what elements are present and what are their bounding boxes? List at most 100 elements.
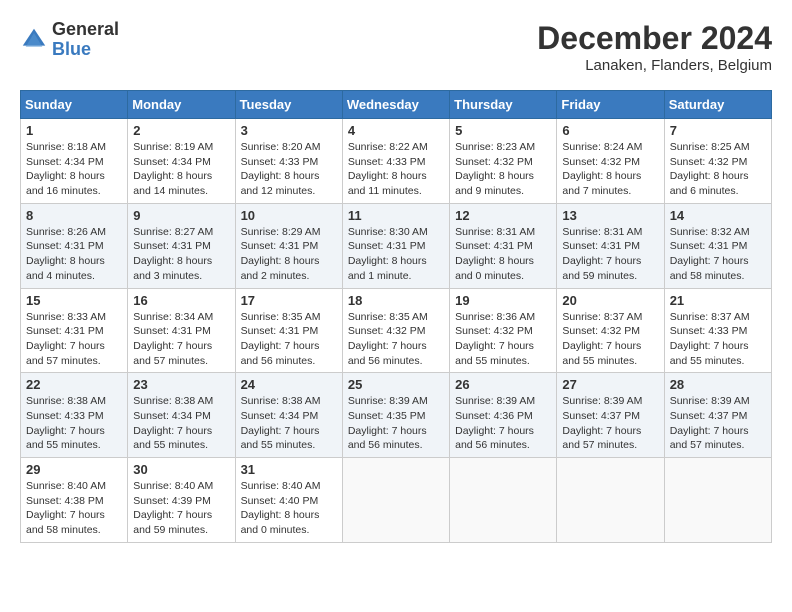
day-info: Sunrise: 8:34 AMSunset: 4:31 PMDaylight:… — [133, 310, 229, 369]
calendar-cell: 11 Sunrise: 8:30 AMSunset: 4:31 PMDayligh… — [342, 203, 449, 288]
calendar-cell: 31Sunrise: 8:40 AMSunset: 4:40 PMDayligh… — [235, 458, 342, 543]
day-number: 16 — [133, 293, 229, 308]
calendar-cell — [557, 458, 664, 543]
day-number: 18 — [348, 293, 444, 308]
day-info: Sunrise: 8:20 AMSunset: 4:33 PMDaylight:… — [241, 140, 337, 199]
calendar-cell: 16 Sunrise: 8:34 AMSunset: 4:31 PMDayligh… — [128, 288, 235, 373]
day-number: 15 — [26, 293, 122, 308]
day-info: Sunrise: 8:22 AMSunset: 4:33 PMDaylight:… — [348, 140, 444, 199]
day-number: 5 — [455, 123, 551, 138]
calendar-cell: 14Sunrise: 8:32 AMSunset: 4:31 PMDayligh… — [664, 203, 771, 288]
day-info: Sunrise: 8:25 AMSunset: 4:32 PMDaylight:… — [670, 140, 766, 199]
calendar-header-row: SundayMondayTuesdayWednesdayThursdayFrid… — [21, 91, 772, 119]
day-info: Sunrise: 8:40 AMSunset: 4:39 PMDaylight:… — [133, 479, 229, 538]
calendar-cell: 21 Sunrise: 8:37 AMSunset: 4:33 PMDayligh… — [664, 288, 771, 373]
weekday-header-wednesday: Wednesday — [342, 91, 449, 119]
day-info: Sunrise: 8:38 AMSunset: 4:34 PMDaylight:… — [133, 394, 229, 453]
calendar-cell: 3 Sunrise: 8:20 AMSunset: 4:33 PMDaylight… — [235, 119, 342, 204]
calendar-cell: 18 Sunrise: 8:35 AMSunset: 4:32 PMDayligh… — [342, 288, 449, 373]
day-info: Sunrise: 8:39 AMSunset: 4:36 PMDaylight:… — [455, 394, 551, 453]
day-number: 2 — [133, 123, 229, 138]
day-info: Sunrise: 8:30 AMSunset: 4:31 PMDaylight:… — [348, 225, 444, 284]
day-number: 19 — [455, 293, 551, 308]
weekday-header-tuesday: Tuesday — [235, 91, 342, 119]
calendar-cell: 9Sunrise: 8:27 AMSunset: 4:31 PMDaylight… — [128, 203, 235, 288]
calendar-cell: 4 Sunrise: 8:22 AMSunset: 4:33 PMDaylight… — [342, 119, 449, 204]
calendar-week-row: 1Sunrise: 8:18 AMSunset: 4:34 PMDaylight… — [21, 119, 772, 204]
day-number: 1 — [26, 123, 122, 138]
day-info: Sunrise: 8:36 AMSunset: 4:32 PMDaylight:… — [455, 310, 551, 369]
day-info: Sunrise: 8:35 AMSunset: 4:31 PMDaylight:… — [241, 310, 337, 369]
day-number: 26 — [455, 377, 551, 392]
calendar-cell: 19 Sunrise: 8:36 AMSunset: 4:32 PMDayligh… — [450, 288, 557, 373]
day-info: Sunrise: 8:40 AMSunset: 4:38 PMDaylight:… — [26, 479, 122, 538]
calendar-cell: 27 Sunrise: 8:39 AMSunset: 4:37 PMDayligh… — [557, 373, 664, 458]
calendar-cell: 22 Sunrise: 8:38 AMSunset: 4:33 PMDayligh… — [21, 373, 128, 458]
day-number: 9 — [133, 208, 229, 223]
title-block: December 2024 Lanaken, Flanders, Belgium — [537, 20, 772, 74]
day-number: 20 — [562, 293, 658, 308]
day-number: 7 — [670, 123, 766, 138]
calendar-cell: 29Sunrise: 8:40 AMSunset: 4:38 PMDayligh… — [21, 458, 128, 543]
day-number: 4 — [348, 123, 444, 138]
page-title: December 2024 — [537, 20, 772, 57]
calendar-cell: 2 Sunrise: 8:19 AMSunset: 4:34 PMDaylight… — [128, 119, 235, 204]
day-info: Sunrise: 8:39 AMSunset: 4:35 PMDaylight:… — [348, 394, 444, 453]
page-subtitle: Lanaken, Flanders, Belgium — [537, 57, 772, 74]
calendar-cell: 30Sunrise: 8:40 AMSunset: 4:39 PMDayligh… — [128, 458, 235, 543]
page-header: General Blue December 2024 Lanaken, Flan… — [20, 20, 772, 74]
day-number: 22 — [26, 377, 122, 392]
calendar-cell — [342, 458, 449, 543]
weekday-header-sunday: Sunday — [21, 91, 128, 119]
calendar-cell: 12 Sunrise: 8:31 AMSunset: 4:31 PMDayligh… — [450, 203, 557, 288]
day-number: 10 — [241, 208, 337, 223]
day-number: 12 — [455, 208, 551, 223]
day-info: Sunrise: 8:39 AMSunset: 4:37 PMDaylight:… — [562, 394, 658, 453]
calendar-cell: 6 Sunrise: 8:24 AMSunset: 4:32 PMDaylight… — [557, 119, 664, 204]
day-info: Sunrise: 8:19 AMSunset: 4:34 PMDaylight:… — [133, 140, 229, 199]
calendar-cell: 26 Sunrise: 8:39 AMSunset: 4:36 PMDayligh… — [450, 373, 557, 458]
day-info: Sunrise: 8:26 AMSunset: 4:31 PMDaylight:… — [26, 225, 122, 284]
calendar-body: 1Sunrise: 8:18 AMSunset: 4:34 PMDaylight… — [21, 119, 772, 543]
calendar-cell: 20 Sunrise: 8:37 AMSunset: 4:32 PMDayligh… — [557, 288, 664, 373]
day-info: Sunrise: 8:37 AMSunset: 4:32 PMDaylight:… — [562, 310, 658, 369]
calendar-cell: 1Sunrise: 8:18 AMSunset: 4:34 PMDaylight… — [21, 119, 128, 204]
day-number: 28 — [670, 377, 766, 392]
day-info: Sunrise: 8:29 AMSunset: 4:31 PMDaylight:… — [241, 225, 337, 284]
logo-line1: General — [52, 20, 119, 40]
weekday-header-monday: Monday — [128, 91, 235, 119]
day-info: Sunrise: 8:38 AMSunset: 4:34 PMDaylight:… — [241, 394, 337, 453]
calendar-cell: 23Sunrise: 8:38 AMSunset: 4:34 PMDayligh… — [128, 373, 235, 458]
day-info: Sunrise: 8:39 AMSunset: 4:37 PMDaylight:… — [670, 394, 766, 453]
day-info: Sunrise: 8:23 AMSunset: 4:32 PMDaylight:… — [455, 140, 551, 199]
calendar-week-row: 15Sunrise: 8:33 AMSunset: 4:31 PMDayligh… — [21, 288, 772, 373]
day-info: Sunrise: 8:32 AMSunset: 4:31 PMDaylight:… — [670, 225, 766, 284]
weekday-header-thursday: Thursday — [450, 91, 557, 119]
day-number: 24 — [241, 377, 337, 392]
weekday-header-saturday: Saturday — [664, 91, 771, 119]
day-info: Sunrise: 8:31 AMSunset: 4:31 PMDaylight:… — [455, 225, 551, 284]
day-number: 21 — [670, 293, 766, 308]
calendar-cell: 17 Sunrise: 8:35 AMSunset: 4:31 PMDayligh… — [235, 288, 342, 373]
day-info: Sunrise: 8:35 AMSunset: 4:32 PMDaylight:… — [348, 310, 444, 369]
day-info: Sunrise: 8:31 AMSunset: 4:31 PMDaylight:… — [562, 225, 658, 284]
logo: General Blue — [20, 20, 119, 60]
calendar-cell: 28 Sunrise: 8:39 AMSunset: 4:37 PMDayligh… — [664, 373, 771, 458]
day-info: Sunrise: 8:37 AMSunset: 4:33 PMDaylight:… — [670, 310, 766, 369]
calendar-cell: 13Sunrise: 8:31 AMSunset: 4:31 PMDayligh… — [557, 203, 664, 288]
calendar-cell: 25Sunrise: 8:39 AMSunset: 4:35 PMDayligh… — [342, 373, 449, 458]
calendar-cell: 24 Sunrise: 8:38 AMSunset: 4:34 PMDayligh… — [235, 373, 342, 458]
calendar-cell — [664, 458, 771, 543]
day-number: 17 — [241, 293, 337, 308]
day-info: Sunrise: 8:24 AMSunset: 4:32 PMDaylight:… — [562, 140, 658, 199]
day-number: 8 — [26, 208, 122, 223]
calendar-cell: 10 Sunrise: 8:29 AMSunset: 4:31 PMDayligh… — [235, 203, 342, 288]
day-info: Sunrise: 8:40 AMSunset: 4:40 PMDaylight:… — [241, 479, 337, 538]
day-number: 3 — [241, 123, 337, 138]
logo-icon — [20, 26, 48, 54]
day-number: 11 — [348, 208, 444, 223]
day-number: 6 — [562, 123, 658, 138]
logo-line2: Blue — [52, 40, 119, 60]
day-number: 27 — [562, 377, 658, 392]
day-info: Sunrise: 8:38 AMSunset: 4:33 PMDaylight:… — [26, 394, 122, 453]
